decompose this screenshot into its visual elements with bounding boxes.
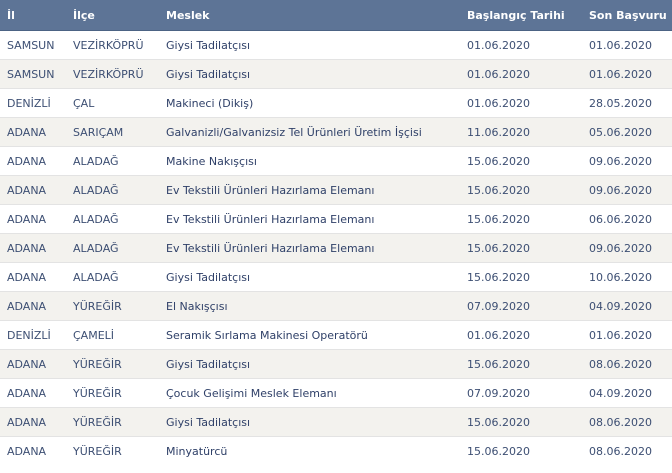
cell-meslek: Ev Tekstili Ürünleri Hazırlama Elemanı [159,204,460,234]
cell-baslangic-tarihi: 01.06.2020 [460,88,582,118]
cell-il: DENİZLİ [0,320,66,350]
cell-ilce: ALADAĞ [66,146,159,176]
cell-il: ADANA [0,349,66,379]
cell-son-basvuru: 01.06.2020 [582,59,672,89]
table-row[interactable]: ADANA YÜREĞİR Giysi Tadilatçısı 15.06.2020 0… [0,349,672,379]
table-row[interactable]: ADANA YÜREĞİR Minyatürcü 15.06.2020 08.06.20… [0,436,672,465]
cell-baslangic-tarihi: 15.06.2020 [460,436,582,465]
cell-meslek: Ev Tekstili Ürünleri Hazırlama Elemanı [159,233,460,263]
cell-il: ADANA [0,291,66,321]
cell-son-basvuru: 04.09.2020 [582,378,672,408]
cell-baslangic-tarihi: 15.06.2020 [460,146,582,176]
cell-meslek: Minyatürcü [159,436,460,465]
cell-ilce: YÜREĞİR [66,291,159,321]
cell-meslek: Çocuk Gelişimi Meslek Elemanı [159,378,460,408]
cell-baslangic-tarihi: 15.06.2020 [460,204,582,234]
cell-son-basvuru: 06.06.2020 [582,204,672,234]
cell-son-basvuru: 08.06.2020 [582,407,672,437]
cell-il: ADANA [0,175,66,205]
cell-baslangic-tarihi: 07.09.2020 [460,378,582,408]
table-row[interactable]: DENİZLİ ÇAL Makineci (Dikiş) 01.06.2020 28.0… [0,88,672,118]
cell-baslangic-tarihi: 11.06.2020 [460,117,582,147]
cell-son-basvuru: 10.06.2020 [582,262,672,292]
cell-baslangic-tarihi: 07.09.2020 [460,291,582,321]
cell-ilce: ALADAĞ [66,175,159,205]
cell-ilce: ÇAMELİ [66,320,159,350]
table-row[interactable]: ADANA ALADAĞ Makine Nakışçısı 15.06.2020 09.… [0,146,672,176]
cell-il: SAMSUN [0,30,66,60]
cell-il: ADANA [0,204,66,234]
cell-baslangic-tarihi: 15.06.2020 [460,407,582,437]
cell-meslek: Ev Tekstili Ürünleri Hazırlama Elemanı [159,175,460,205]
cell-baslangic-tarihi: 15.06.2020 [460,349,582,379]
cell-son-basvuru: 08.06.2020 [582,436,672,465]
table-row[interactable]: SAMSUN VEZİRKÖPRÜ Giysi Tadilatçısı 01.06.2… [0,59,672,89]
cell-meslek: Makineci (Dikiş) [159,88,460,118]
cell-son-basvuru: 09.06.2020 [582,175,672,205]
cell-meslek: Giysi Tadilatçısı [159,349,460,379]
cell-son-basvuru: 28.05.2020 [582,88,672,118]
table-row[interactable]: ADANA YÜREĞİR El Nakışçısı 07.09.2020 04.09.… [0,291,672,321]
table-row[interactable]: SAMSUN VEZİRKÖPRÜ Giysi Tadilatçısı 01.06.2… [0,30,672,60]
cell-ilce: SARIÇAM [66,117,159,147]
cell-ilce: YÜREĞİR [66,407,159,437]
cell-ilce: ÇAL [66,88,159,118]
cell-son-basvuru: 04.09.2020 [582,291,672,321]
cell-meslek: El Nakışçısı [159,291,460,321]
table-row[interactable]: ADANA YÜREĞİR Çocuk Gelişimi Meslek Eleman… [0,378,672,408]
cell-ilce: YÜREĞİR [66,436,159,465]
cell-il: ADANA [0,407,66,437]
cell-il: SAMSUN [0,59,66,89]
cell-baslangic-tarihi: 15.06.2020 [460,262,582,292]
cell-ilce: YÜREĞİR [66,378,159,408]
column-header-ilce[interactable]: İlçe [66,0,159,31]
cell-son-basvuru: 01.06.2020 [582,320,672,350]
table-row[interactable]: ADANA SARIÇAM Galvanizli/Galvanizsiz Tel Ü… [0,117,672,147]
column-header-il[interactable]: İl [0,0,66,31]
cell-son-basvuru: 09.06.2020 [582,146,672,176]
cell-meslek: Giysi Tadilatçısı [159,30,460,60]
cell-ilce: ALADAĞ [66,262,159,292]
table-row[interactable]: ADANA ALADAĞ Ev Tekstili Ürünleri Hazırlam… [0,233,672,263]
cell-son-basvuru: 09.06.2020 [582,233,672,263]
cell-ilce: YÜREĞİR [66,349,159,379]
cell-il: ADANA [0,233,66,263]
cell-meslek: Makine Nakışçısı [159,146,460,176]
cell-baslangic-tarihi: 01.06.2020 [460,320,582,350]
cell-il: ADANA [0,436,66,465]
table-row[interactable]: ADANA ALADAĞ Ev Tekstili Ürünleri Hazırlam… [0,175,672,205]
cell-meslek: Seramik Sırlama Makinesi Operatörü [159,320,460,350]
cell-il: ADANA [0,146,66,176]
cell-ilce: VEZİRKÖPRÜ [66,30,159,60]
column-header-son-basvuru[interactable]: Son Başvuru [582,0,672,31]
cell-meslek: Galvanizli/Galvanizsiz Tel Ürünleri Üret… [159,117,460,147]
cell-ilce: ALADAĞ [66,204,159,234]
cell-il: ADANA [0,117,66,147]
table-row[interactable]: DENİZLİ ÇAMELİ Seramik Sırlama Makinesi Op… [0,320,672,350]
cell-son-basvuru: 08.06.2020 [582,349,672,379]
cell-ilce: ALADAĞ [66,233,159,263]
cell-meslek: Giysi Tadilatçısı [159,262,460,292]
table-row[interactable]: ADANA ALADAĞ Ev Tekstili Ürünleri Hazırlam… [0,204,672,234]
column-header-baslangic-tarihi[interactable]: Başlangıç Tarihi [460,0,582,31]
column-header-meslek[interactable]: Meslek [159,0,460,31]
cell-il: ADANA [0,262,66,292]
cell-baslangic-tarihi: 01.06.2020 [460,30,582,60]
cell-meslek: Giysi Tadilatçısı [159,407,460,437]
cell-baslangic-tarihi: 15.06.2020 [460,175,582,205]
cell-baslangic-tarihi: 01.06.2020 [460,59,582,89]
cell-son-basvuru: 05.06.2020 [582,117,672,147]
cell-meslek: Giysi Tadilatçısı [159,59,460,89]
table-header-row: İl İlçe Meslek Başlangıç Tarihi Son Başv… [0,0,672,31]
cell-son-basvuru: 01.06.2020 [582,30,672,60]
table-row[interactable]: ADANA YÜREĞİR Giysi Tadilatçısı 15.06.2020 0… [0,407,672,437]
courses-table: İl İlçe Meslek Başlangıç Tarihi Son Başv… [0,0,672,465]
cell-ilce: VEZİRKÖPRÜ [66,59,159,89]
table-row[interactable]: ADANA ALADAĞ Giysi Tadilatçısı 15.06.2020 10… [0,262,672,292]
cell-il: DENİZLİ [0,88,66,118]
cell-baslangic-tarihi: 15.06.2020 [460,233,582,263]
cell-il: ADANA [0,378,66,408]
